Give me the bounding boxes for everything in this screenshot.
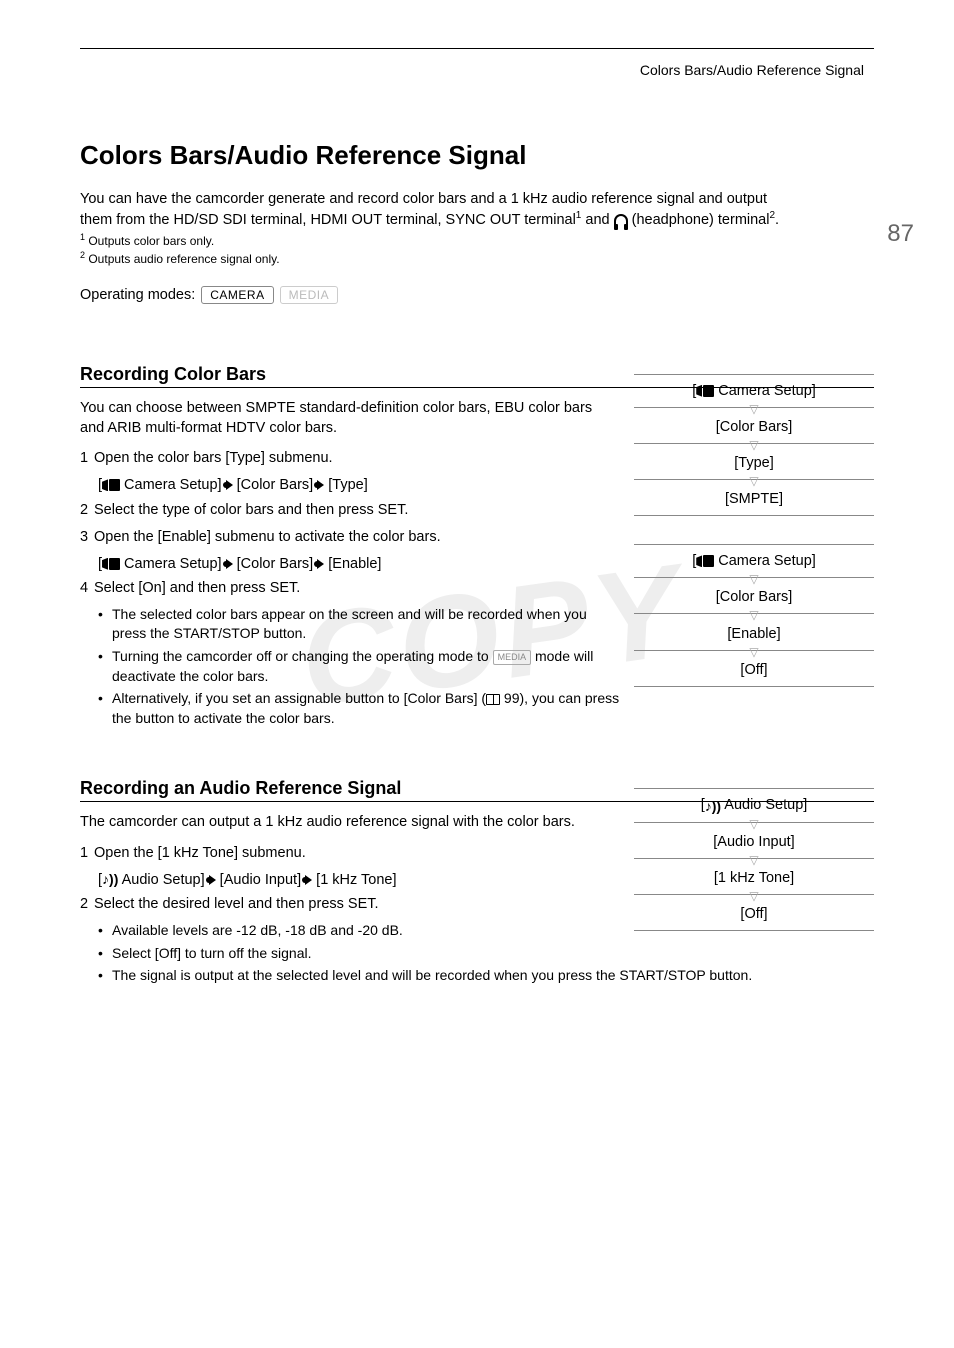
main-title: Colors Bars/Audio Reference Signal (80, 140, 874, 171)
headphone-icon (614, 214, 628, 226)
bullet: •The signal is output at the selected le… (98, 966, 874, 986)
menu-group-2: [ Camera Setup] ▽ [Color Bars] ▽ [Enable… (634, 544, 874, 687)
path-txt: [Color Bars] (233, 477, 318, 493)
bullet-text: Available levels are -12 dB, -18 dB and … (112, 921, 403, 941)
step3-path: [ Camera Setup] [Color Bars] [Enable] (98, 554, 620, 574)
step1-path: [♪)) Audio Setup] [Audio Input] [1 kHz T… (98, 870, 620, 890)
arrow-icon (209, 875, 216, 885)
footnote-2: 2 Outputs audio reference signal only. (80, 250, 874, 268)
top-rule (80, 48, 874, 49)
arrow-icon (226, 480, 233, 490)
section2-body: The camcorder can output a 1 kHz audio r… (80, 812, 620, 832)
bullet-text: Select [Off] to turn off the signal. (112, 944, 312, 964)
menu-path-type: [ Camera Setup] ▽ [Color Bars] ▽ [Type] … (634, 374, 874, 715)
path-txt: [Type] (324, 477, 368, 493)
bullet-text: Alternatively, if you set an assignable … (112, 689, 620, 728)
section-audio-ref: Recording an Audio Reference Signal [♪))… (80, 778, 874, 985)
sup2: 2 (769, 210, 775, 221)
menu2-item1-text: Camera Setup] (714, 553, 816, 569)
step4-text: Select [On] and then press SET. (94, 580, 300, 596)
step3-text: Open the [Enable] submenu to activate th… (94, 529, 441, 545)
intro-line2c: (headphone) terminal (628, 212, 770, 228)
section2-left: The camcorder can output a 1 kHz audio r… (80, 812, 620, 915)
menu1-item1-text: Camera Setup] (714, 383, 816, 399)
audio-icon: ♪)) (705, 798, 721, 814)
path-txt: [Enable] (324, 556, 381, 572)
footnote2-text: Outputs audio reference signal only. (85, 252, 280, 266)
intro-text: You can have the camcorder generate and … (80, 189, 874, 230)
footnote1-text: Outputs color bars only. (85, 234, 214, 248)
op-modes-label: Operating modes: (80, 287, 195, 303)
menu3-item1-text: Audio Setup] (721, 797, 807, 813)
mode-camera-badge: CAMERA (201, 286, 273, 304)
step1-text: Open the [1 kHz Tone] submenu. (94, 845, 306, 861)
bullet-text: The selected color bars appear on the sc… (112, 605, 620, 644)
camera-icon (696, 555, 714, 567)
step2-text: Select the type of color bars and then p… (94, 502, 408, 518)
media-badge-icon: MEDIA (493, 650, 532, 665)
page-number: 87 (887, 220, 914, 248)
step1-path: [ Camera Setup] [Color Bars] [Type] (98, 475, 620, 495)
step-2: 2Select the desired level and then press… (80, 894, 620, 915)
menu1-item4: [SMPTE] (634, 483, 874, 516)
running-header: Colors Bars/Audio Reference Signal (640, 62, 864, 78)
section-color-bars: Recording Color Bars [ Camera Setup] ▽ [… (80, 364, 874, 729)
bullet-text: Turning the camcorder off or changing th… (112, 647, 620, 686)
intro-line2b: and (581, 212, 613, 228)
path-txt: Camera Setup] (120, 556, 226, 572)
arrow-icon (226, 559, 233, 569)
page-ref-icon (486, 694, 500, 705)
arrow-icon (317, 559, 324, 569)
path-txt: Camera Setup] (120, 477, 226, 493)
step-2: 2Select the type of color bars and then … (80, 500, 620, 521)
bullet: •Alternatively, if you set an assignable… (98, 689, 620, 728)
step2-text: Select the desired level and then press … (94, 896, 379, 912)
menu-group-1: [ Camera Setup] ▽ [Color Bars] ▽ [Type] … (634, 374, 874, 517)
camera-icon (102, 479, 120, 491)
camera-icon (696, 385, 714, 397)
step1-text: Open the color bars [Type] submenu. (94, 450, 333, 466)
path-txt: [Color Bars] (233, 556, 318, 572)
section1-body: You can choose between SMPTE standard-de… (80, 398, 620, 439)
t: Alternatively, if you set an assignable … (112, 690, 486, 706)
footnote-1: 1 Outputs color bars only. (80, 232, 874, 250)
menu2-item4: [Off] (634, 654, 874, 687)
operating-modes: Operating modes: CAMERA MEDIA (80, 286, 874, 304)
camera-icon (102, 558, 120, 570)
menu3-item4: [Off] (634, 898, 874, 931)
intro-line2a: them from the HD/SD SDI terminal, HDMI O… (80, 212, 576, 228)
arrow-icon (317, 480, 324, 490)
path-txt: [1 kHz Tone] (312, 872, 396, 888)
path-txt: Audio Setup] (118, 872, 208, 888)
menu-group-3: [♪)) Audio Setup] ▽ [Audio Input] ▽ [1 k… (634, 788, 874, 931)
intro-line1: You can have the camcorder generate and … (80, 191, 767, 207)
bullet: •The selected color bars appear on the s… (98, 605, 620, 644)
mode-media-badge: MEDIA (280, 286, 339, 304)
step4-bullets: •The selected color bars appear on the s… (98, 605, 620, 729)
step-3: 3Open the [Enable] submenu to activate t… (80, 527, 620, 548)
step-1: 1Open the [1 kHz Tone] submenu. (80, 843, 620, 864)
bullet-text: The signal is output at the selected lev… (112, 966, 752, 986)
bullet: •Turning the camcorder off or changing t… (98, 647, 620, 686)
section1-left: You can choose between SMPTE standard-de… (80, 398, 620, 729)
step-1: 1Open the color bars [Type] submenu. (80, 448, 620, 469)
t: Turning the camcorder off or changing th… (112, 648, 493, 664)
step-4: 4Select [On] and then press SET. (80, 578, 620, 599)
menu-path-audio: [♪)) Audio Setup] ▽ [Audio Input] ▽ [1 k… (634, 788, 874, 959)
audio-icon: ♪)) (102, 870, 118, 890)
arrow-icon (305, 875, 312, 885)
path-txt: [Audio Input] (216, 872, 305, 888)
page-content: Colors Bars/Audio Reference Signal You c… (80, 140, 874, 989)
